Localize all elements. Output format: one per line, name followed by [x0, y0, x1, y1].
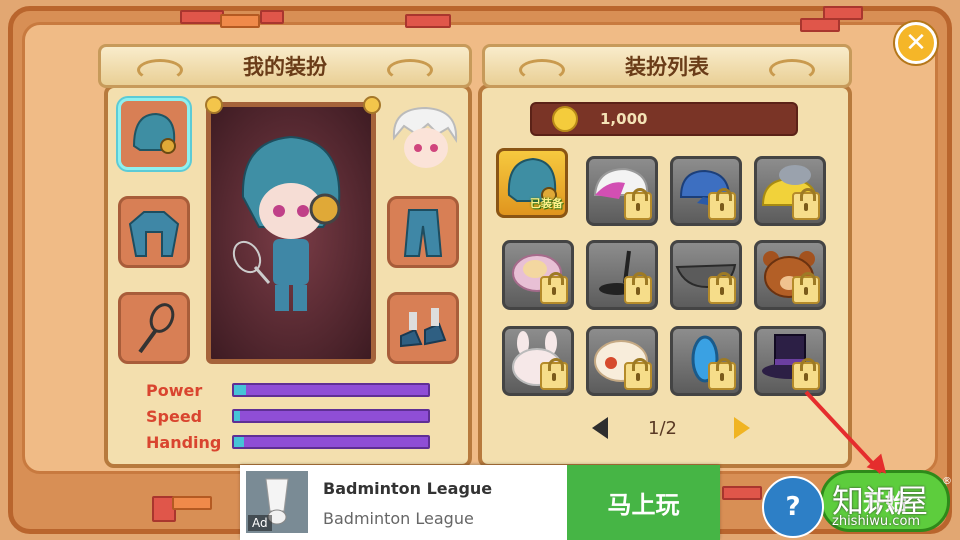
my-outfit-title: 我的装扮: [243, 55, 327, 79]
lock-icon: [708, 272, 736, 304]
coin-icon: [552, 106, 578, 132]
stat-speed-fill: [234, 411, 240, 421]
lock-icon: [624, 358, 652, 390]
page-indicator: 1/2: [648, 418, 677, 439]
stat-power-bar: [232, 383, 430, 397]
outfit-item-horn[interactable]: [586, 240, 658, 310]
brick-decor: [722, 486, 762, 500]
help-monitor-icon: ?: [785, 492, 801, 522]
top-slot[interactable]: [118, 196, 190, 268]
ad-subtitle: Badminton League: [323, 509, 474, 528]
watermark-logo: ?: [762, 476, 824, 538]
brick-decor: [405, 14, 451, 28]
lock-icon: [708, 188, 736, 220]
outfit-list-header: 装扮列表: [482, 44, 852, 88]
header-swirl: [137, 59, 183, 81]
coin-balance-bar: 1,000: [530, 102, 798, 136]
close-icon: ✕: [905, 28, 927, 58]
outfit-item-white-wrap[interactable]: [586, 326, 658, 396]
pants-icon: [403, 209, 443, 257]
hood-hat-icon: [132, 112, 176, 154]
header-swirl: [769, 59, 815, 81]
character-face-icon: [392, 106, 458, 168]
outfit-item-gray-hat[interactable]: [670, 240, 742, 310]
ad-title: Badminton League: [323, 479, 493, 498]
brick-decor: [800, 18, 840, 32]
close-button[interactable]: ✕: [895, 22, 937, 64]
lock-icon: [792, 272, 820, 304]
brick-decor: [220, 14, 260, 28]
character-portrait: [206, 102, 376, 364]
brick-decor: [823, 6, 863, 20]
racket-icon: [138, 303, 175, 354]
lock-icon: [540, 358, 568, 390]
stat-speed-bar: [232, 409, 430, 423]
outfit-item-bear-hat[interactable]: [754, 240, 826, 310]
watermark-url: zhishiwu.com: [832, 514, 921, 529]
brick-decor: [172, 496, 212, 510]
equipped-tag: 已装备: [530, 197, 563, 210]
my-outfit-header: 我的装扮: [98, 44, 472, 88]
character-avatar: [232, 135, 341, 311]
header-swirl: [519, 59, 565, 81]
lock-icon: [624, 272, 652, 304]
lock-icon: [708, 358, 736, 390]
outfit-item-pink-cap[interactable]: [586, 156, 658, 226]
coin-amount: 1,000: [600, 110, 648, 128]
ad-banner[interactable]: Ad Badminton League Badminton League 马上玩: [240, 465, 720, 540]
lock-icon: [792, 188, 820, 220]
lock-icon: [540, 272, 568, 304]
registered-mark: ®: [942, 476, 952, 487]
jacket-icon: [128, 211, 180, 257]
portrait-knob: [363, 96, 381, 114]
ad-app-icon: Ad: [246, 471, 308, 533]
portrait-knob: [205, 96, 223, 114]
ad-play-button[interactable]: 马上玩: [567, 465, 720, 540]
outfit-item-blue-hood[interactable]: 已装备: [496, 148, 568, 218]
outfit-item-blue-baseball-cap[interactable]: [670, 156, 742, 226]
next-page-button[interactable]: [734, 417, 750, 439]
brick-decor: [180, 10, 224, 24]
outfit-item-bunny-hat[interactable]: [502, 326, 574, 396]
stat-power-label: Power: [146, 381, 203, 400]
stat-speed-label: Speed: [146, 407, 203, 426]
outfit-item-blue-crystal[interactable]: [670, 326, 742, 396]
ad-badge: Ad: [248, 515, 272, 531]
outfit-item-top-hat[interactable]: [754, 326, 826, 396]
stat-handing-label: Handing: [146, 433, 222, 452]
prev-page-button[interactable]: [592, 417, 608, 439]
outfit-item-lion-mane[interactable]: [502, 240, 574, 310]
character-face-preview: [388, 104, 462, 174]
racket-slot[interactable]: [118, 292, 190, 364]
stat-handing-fill: [234, 437, 244, 447]
shoes-icon: [400, 308, 447, 348]
header-swirl: [387, 59, 433, 81]
outfit-list-title: 装扮列表: [625, 55, 709, 79]
hat-slot[interactable]: [118, 98, 190, 170]
lock-icon: [792, 358, 820, 390]
outfit-item-cat-hat[interactable]: [754, 156, 826, 226]
lock-icon: [624, 188, 652, 220]
stat-power-fill: [234, 385, 246, 395]
brick-decor: [260, 10, 284, 24]
stat-handing-bar: [232, 435, 430, 449]
pants-slot[interactable]: [387, 196, 459, 268]
shoes-slot[interactable]: [387, 292, 459, 364]
